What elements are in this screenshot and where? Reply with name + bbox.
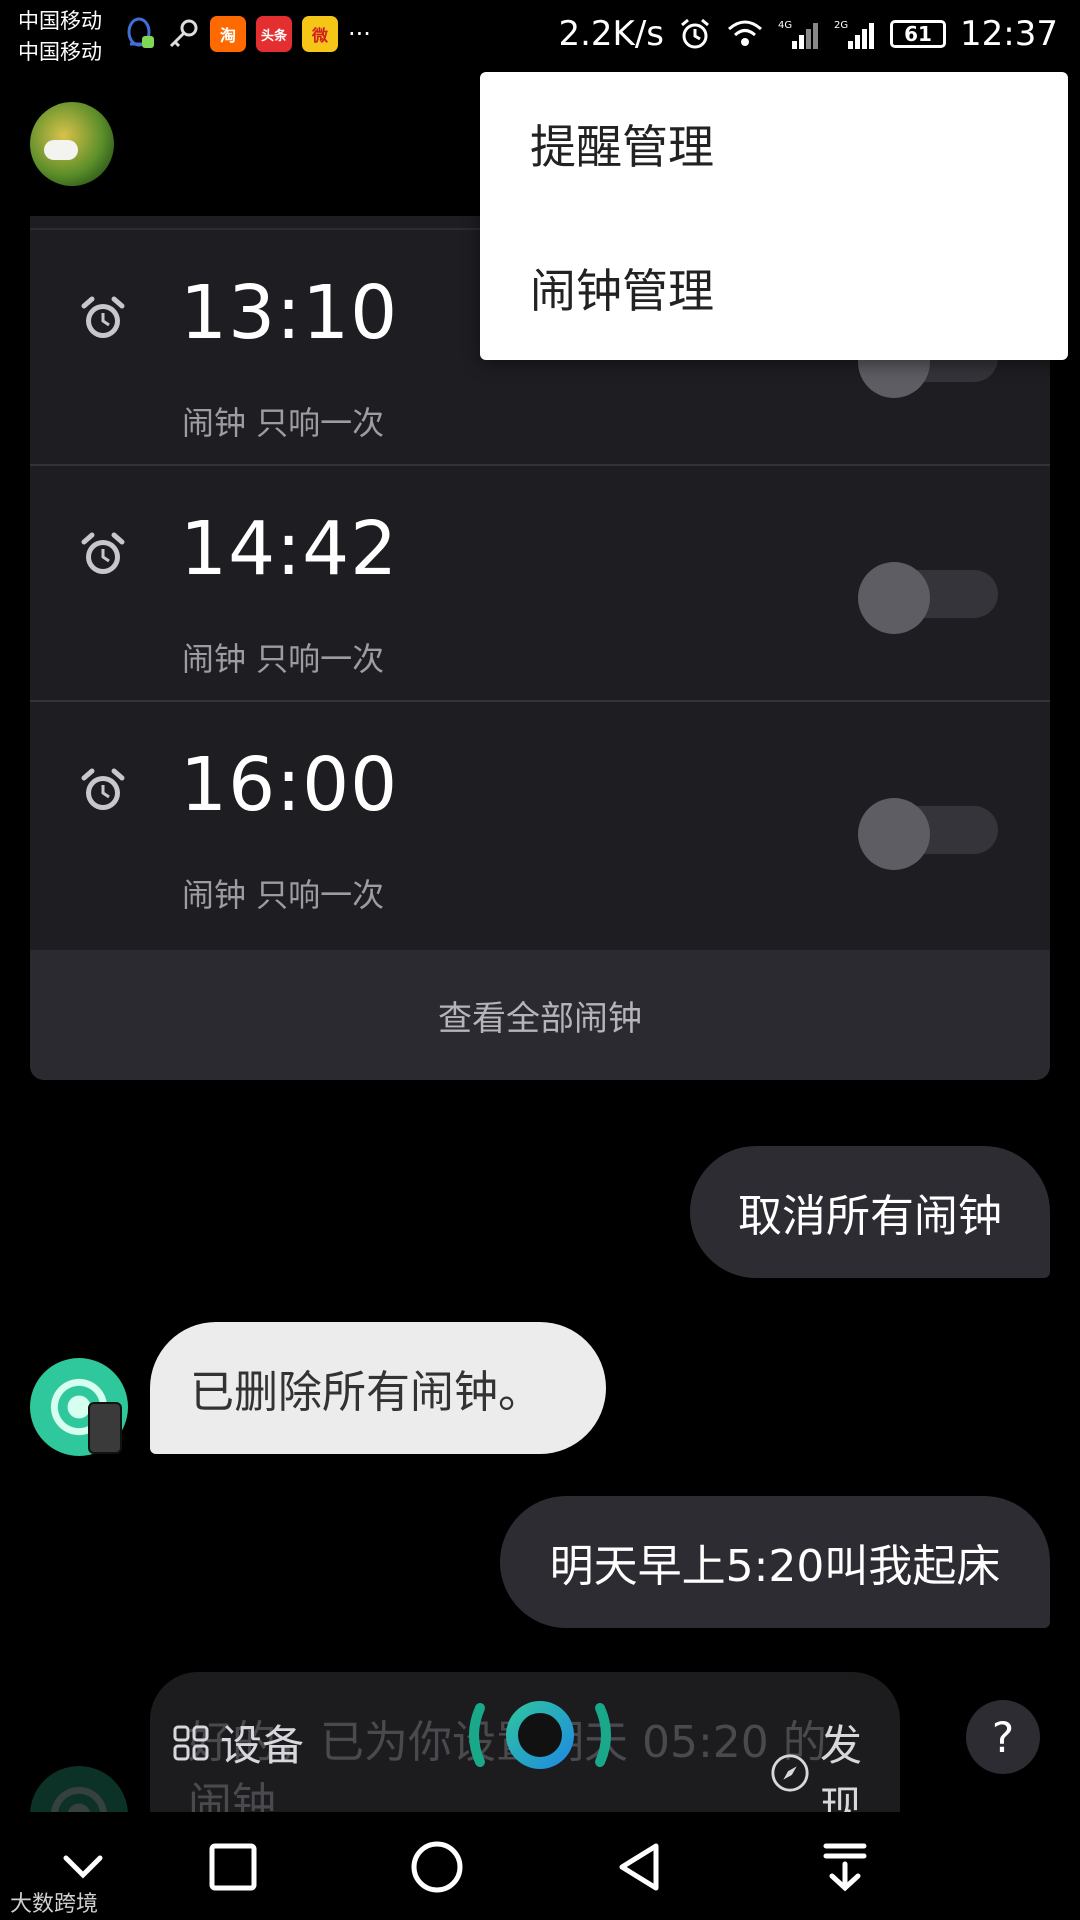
system-navigation-bar [0, 1812, 1080, 1920]
grid-icon [173, 1725, 209, 1760]
carrier-1: 中国移动 [18, 9, 102, 33]
alarm-toggle[interactable] [858, 798, 998, 870]
assistant-avatar [30, 1358, 128, 1456]
user-message: 取消所有闹钟 [690, 1146, 1050, 1278]
overflow-menu: 提醒管理 闹钟管理 [480, 72, 1068, 360]
devices-button[interactable]: 设备 [172, 1712, 304, 1773]
menu-item-alarm-management[interactable]: 闹钟管理 [480, 216, 1068, 360]
alarm-time: 13:10 [180, 270, 399, 356]
user-avatar[interactable] [30, 102, 114, 186]
toutiao-icon: 头条 [256, 16, 292, 52]
alarm-row[interactable]: 16:00 闹钟 只响一次 [30, 702, 1050, 938]
alarm-clock-icon [81, 532, 125, 574]
alarm-repeat-label: 闹钟 只响一次 [182, 404, 385, 442]
voice-input-button[interactable] [460, 1690, 620, 1780]
net-speed: 2.2K/s [558, 14, 665, 54]
alarm-status-icon [681, 18, 709, 49]
key-icon [169, 19, 198, 48]
alarm-row[interactable]: 14:42 闹钟 只响一次 [30, 466, 1050, 702]
alarm-repeat-label: 闹钟 只响一次 [182, 876, 385, 914]
alarm-toggle[interactable] [858, 562, 998, 634]
weibo-icon: 微 [302, 16, 338, 52]
taobao-icon: 淘 [210, 16, 246, 52]
alarm-clock-icon [81, 768, 125, 810]
recents-button[interactable] [200, 1834, 266, 1900]
wifi-icon [728, 20, 763, 46]
signal-4g-icon: 4G [778, 20, 819, 49]
status-bar: 中国移动 中国移动 淘 头条 微 ··· 2.2K/s 4G 2G 61 12:… [0, 0, 1080, 72]
watermark: 大数跨境 [10, 1892, 99, 1917]
speaker-device-icon [88, 1402, 122, 1454]
compass-icon [771, 1754, 809, 1792]
toggle-knob [858, 562, 930, 634]
notification-icons: 淘 头条 微 ··· [122, 16, 371, 52]
carrier-labels: 中国移动 中国移动 [18, 6, 102, 68]
qq-icon [127, 17, 154, 48]
view-all-alarms-button[interactable]: 查看全部闹钟 [30, 950, 1050, 1080]
alarm-repeat-label: 闹钟 只响一次 [182, 640, 385, 678]
clock: 12:37 [960, 14, 1058, 54]
user-message: 明天早上5:20叫我起床 [500, 1496, 1050, 1628]
toggle-knob [858, 798, 930, 870]
battery-indicator: 61 [890, 20, 947, 48]
alarm-time: 14:42 [180, 506, 399, 592]
carrier-2: 中国移动 [18, 40, 102, 64]
menu-item-reminder-management[interactable]: 提醒管理 [480, 72, 1068, 216]
assistant-message: 已删除所有闹钟。 [150, 1322, 606, 1454]
help-button[interactable]: ? [966, 1700, 1040, 1774]
signal-2g-icon: 2G [834, 20, 875, 49]
status-right: 2.2K/s 4G 2G 61 12:37 [558, 14, 1058, 54]
svg-text:4G: 4G [778, 20, 792, 31]
alarm-time: 16:00 [180, 742, 399, 828]
devices-label: 设备 [220, 1721, 305, 1770]
alarm-clock-icon [81, 296, 125, 338]
home-button[interactable] [404, 1834, 470, 1900]
back-button[interactable] [608, 1834, 674, 1900]
more-notifications-icon: ··· [348, 20, 371, 48]
svg-text:2G: 2G [834, 20, 848, 31]
notification-pull-down-icon[interactable] [812, 1834, 878, 1900]
